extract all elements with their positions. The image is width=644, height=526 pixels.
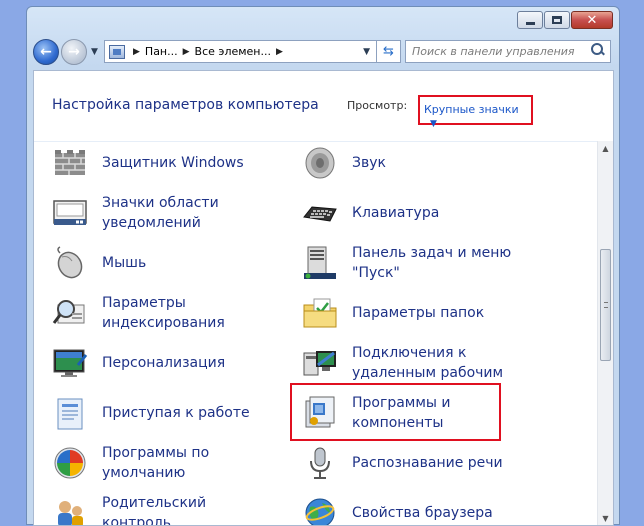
item-sound[interactable]: Звук [302, 141, 522, 185]
page-title: Настройка параметров компьютера [52, 97, 319, 113]
arrow-right-icon: → [68, 44, 80, 60]
speaker-icon [302, 145, 338, 181]
back-button[interactable]: ← [33, 39, 59, 65]
recent-pages-dropdown[interactable]: ▼ [91, 47, 98, 57]
close-button[interactable]: ✕ [571, 11, 613, 29]
parental-control-icon [52, 495, 88, 525]
scrollbar-thumb[interactable] [600, 249, 611, 361]
remote-connections-icon [302, 345, 338, 381]
breadcrumb-separator-icon[interactable]: ▶ [183, 47, 190, 57]
browser-globe-icon [302, 495, 338, 525]
item-browser-properties[interactable]: Свойства браузера [302, 491, 522, 525]
item-default-programs[interactable]: Программы по умолчанию [52, 441, 272, 485]
wall-icon [52, 145, 88, 181]
item-label: Панель задач и меню "Пуск" [352, 245, 512, 281]
item-personalization[interactable]: Персонализация [52, 341, 272, 385]
control-panel-icon [109, 44, 125, 59]
item-taskbar-start-menu[interactable]: Панель задач и меню "Пуск" [302, 241, 522, 285]
item-remote-desktop-connections[interactable]: Подключения к удаленным рабочим [302, 341, 522, 385]
view-label: Просмотр: [347, 99, 408, 112]
taskbar-icon [302, 245, 338, 281]
item-mouse[interactable]: Мышь [52, 241, 272, 285]
keyboard-icon [302, 195, 338, 231]
breadcrumb-all-items[interactable]: Все элемен... [194, 45, 272, 58]
getting-started-icon [52, 395, 88, 431]
forward-button[interactable]: → [61, 39, 87, 65]
vertical-scrollbar[interactable]: ▲ ▼ [597, 141, 613, 525]
arrow-left-icon: ← [40, 44, 52, 60]
content-pane: Настройка параметров компьютера Просмотр… [33, 70, 614, 526]
chevron-down-icon: ▼ [430, 119, 437, 129]
item-getting-started[interactable]: Приступая к работе [52, 391, 272, 435]
breadcrumb-control-panel[interactable]: Пан... [144, 45, 179, 58]
grip-icon [604, 302, 608, 308]
item-label: Защитник Windows [102, 155, 244, 171]
item-label: Мышь [102, 255, 147, 271]
item-parental-control[interactable]: Родительский контроль [52, 491, 272, 526]
item-folder-options[interactable]: Параметры папок [302, 291, 522, 335]
item-label: Подключения к удаленным рабочим [352, 345, 504, 381]
refresh-button[interactable]: ⇆ [377, 40, 401, 63]
microphone-icon [302, 445, 338, 481]
item-indexing-options[interactable]: Параметры индексирования [52, 291, 272, 335]
maximize-icon [552, 16, 562, 24]
navigation-bar: ← → ▼ ▶ Пан... ▶ Все элемен... ▶ ▼ ⇆ Пои… [33, 35, 613, 67]
breadcrumb-separator-icon[interactable]: ▶ [133, 47, 140, 57]
mouse-icon [52, 245, 88, 281]
maximize-button[interactable] [544, 11, 570, 29]
item-label: Свойства браузера [352, 505, 493, 521]
scroll-down-icon[interactable]: ▼ [598, 511, 613, 525]
address-dropdown-icon[interactable]: ▼ [363, 47, 370, 57]
highlight-frame [290, 383, 501, 441]
item-label: Родительский контроль [102, 495, 207, 526]
minimize-icon [525, 21, 535, 25]
item-label: Параметры папок [352, 305, 485, 321]
caption-buttons: ✕ [517, 11, 613, 29]
item-label: Параметры индексирования [102, 295, 225, 331]
item-label: Приступая к работе [102, 405, 250, 421]
search-input[interactable]: Поиск в панели управления [405, 40, 611, 63]
close-icon: ✕ [586, 12, 598, 28]
item-keyboard[interactable]: Клавиатура [302, 191, 522, 235]
search-placeholder: Поиск в панели управления [412, 45, 575, 58]
scroll-up-icon[interactable]: ▲ [598, 141, 613, 157]
refresh-icon: ⇆ [383, 44, 394, 59]
control-panel-window: ✕ ← → ▼ ▶ Пан... ▶ Все элемен... ▶ ▼ ⇆ П… [26, 6, 620, 526]
item-label: Распознавание речи [352, 455, 503, 471]
item-label: Клавиатура [352, 205, 440, 221]
item-windows-defender[interactable]: Защитник Windows [52, 141, 272, 185]
search-icon[interactable] [591, 43, 605, 57]
minimize-button[interactable] [517, 11, 543, 29]
item-notification-area-icons[interactable]: Значки области уведомлений [52, 191, 272, 235]
address-bar[interactable]: ▶ Пан... ▶ Все элемен... ▶ ▼ [104, 40, 377, 63]
personalization-icon [52, 345, 88, 381]
notification-icons-icon [52, 195, 88, 231]
item-label: Звук [352, 155, 386, 171]
item-label: Персонализация [102, 355, 226, 371]
item-speech-recognition[interactable]: Распознавание речи [302, 441, 522, 485]
item-label: Значки области уведомлений [102, 195, 219, 231]
indexing-icon [52, 295, 88, 331]
folder-options-icon [302, 295, 338, 331]
item-label: Программы по умолчанию [102, 445, 210, 481]
view-mode-value: Крупные значки [424, 103, 519, 116]
default-programs-icon [52, 445, 88, 481]
breadcrumb-separator-icon[interactable]: ▶ [276, 47, 283, 57]
view-mode-dropdown[interactable]: Крупные значки ▼ [418, 95, 533, 129]
